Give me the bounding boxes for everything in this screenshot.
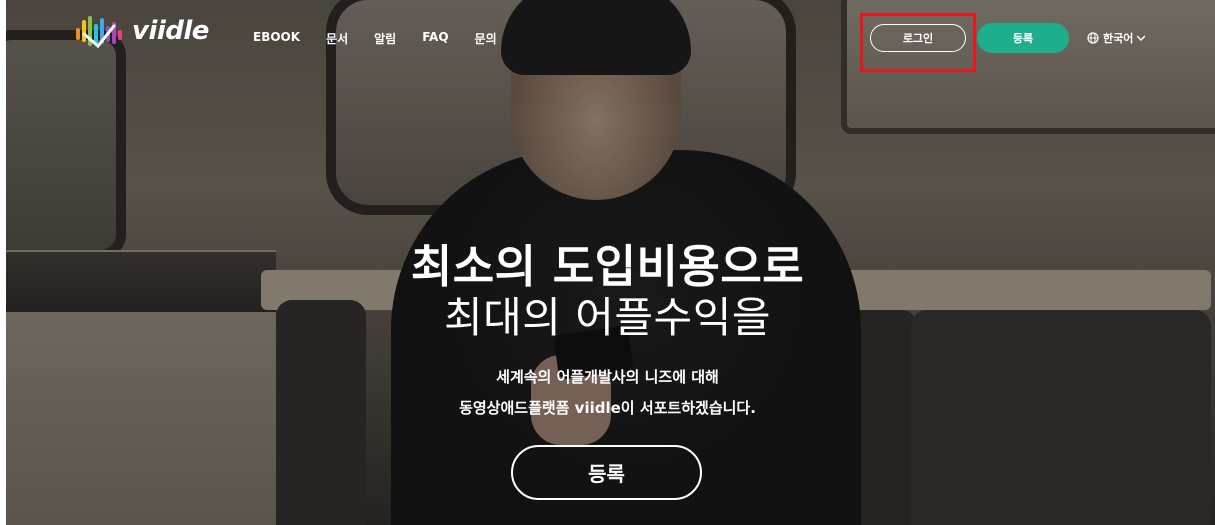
brand-name: viidle — [132, 16, 209, 46]
hero-register-button[interactable]: 등록 — [511, 445, 702, 500]
nav-item-faq[interactable]: FAQ — [422, 30, 448, 47]
caret-down-icon — [1137, 35, 1146, 41]
nav-item-notices[interactable]: 알림 — [374, 30, 396, 47]
main-nav: EBOOK 문서 알림 FAQ 문의 — [253, 30, 497, 47]
nav-item-contact[interactable]: 문의 — [475, 30, 497, 47]
hero-subtext-line2: 동영상애드플랫폼 viidle이 서포트하겠습니다. — [459, 399, 756, 417]
hero-headline-line2: 최대의 어플수익을 — [444, 293, 771, 342]
nav-item-ebook[interactable]: EBOOK — [253, 30, 300, 47]
language-selector[interactable]: 한국어 — [1087, 30, 1146, 46]
globe-icon — [1087, 32, 1099, 44]
nav-item-documents[interactable]: 문서 — [326, 30, 348, 47]
brand-logo[interactable]: viidle — [74, 12, 209, 50]
language-label: 한국어 — [1103, 32, 1134, 45]
highlight-box — [860, 13, 976, 72]
logo-icon — [74, 12, 126, 50]
register-button[interactable]: 등록 — [977, 23, 1069, 53]
hero-subtext-line1: 세계속의 어플개발사의 니즈에 대해 — [496, 368, 719, 386]
